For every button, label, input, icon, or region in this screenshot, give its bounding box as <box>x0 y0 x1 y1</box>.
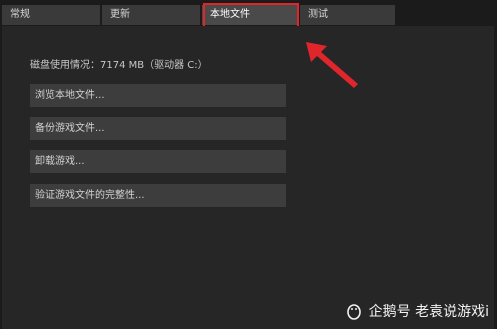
penguin-logo-icon <box>346 304 361 320</box>
tab-updates[interactable]: 更新 <box>102 5 200 25</box>
backup-game-files-button[interactable]: 备份游戏文件... <box>30 117 286 140</box>
tab-beta[interactable]: 测试 <box>300 5 395 25</box>
watermark-text: 企鹅号 老袁说游戏i <box>368 304 489 320</box>
tab-general[interactable]: 常规 <box>2 5 100 25</box>
tab-general-label: 常规 <box>10 9 30 20</box>
annotation-arrow-icon <box>306 42 358 88</box>
uninstall-game-button[interactable]: 卸载游戏... <box>30 150 286 173</box>
verify-integrity-button[interactable]: 验证游戏文件的完整性... <box>30 184 286 207</box>
disk-usage-text: 磁盘使用情况：7174 MB（驱动器 C:） <box>30 60 208 71</box>
tab-updates-label: 更新 <box>110 9 130 20</box>
watermark: 企鹅号 老袁说游戏i <box>345 301 489 321</box>
browse-local-files-button[interactable]: 浏览本地文件... <box>30 84 286 107</box>
tab-beta-label: 测试 <box>308 9 328 20</box>
local-files-panel <box>2 26 494 329</box>
